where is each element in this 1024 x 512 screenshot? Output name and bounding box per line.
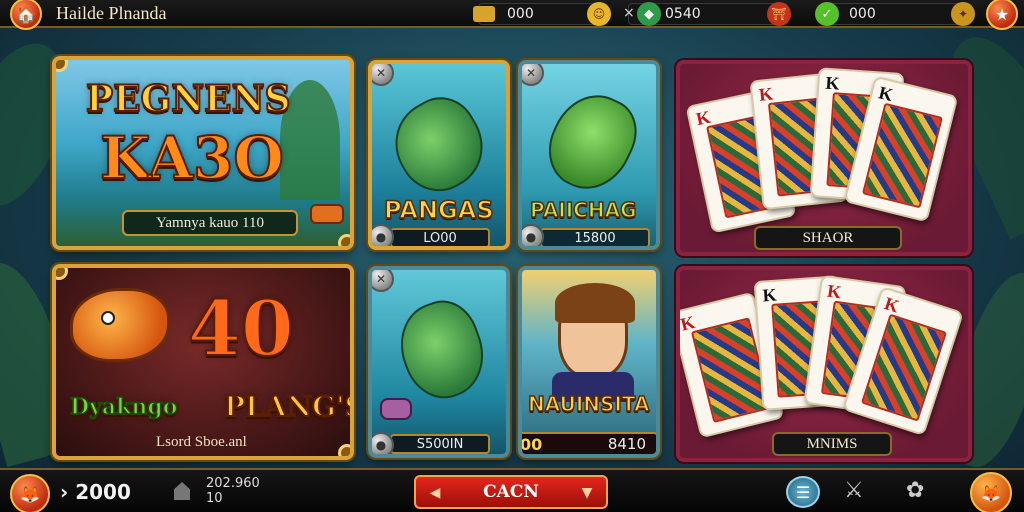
promo-title-line1: PEGNENS [85,77,292,121]
cta-button[interactable]: ◀ CACN ▼ [414,475,608,509]
card-game-panel-top[interactable]: K K K K SHAOR [676,60,972,256]
promo-title-line2: KA3O [99,123,285,193]
gear-button[interactable]: ✿ [906,478,924,503]
tile-value: LO00 [390,228,490,246]
resource-check-value: 000 [849,6,876,22]
corner-ornament [56,268,68,280]
arrow-left-icon[interactable]: ◀ [424,482,446,504]
game-tile-pangas[interactable]: PANGAS LO00 ✕ ● [368,60,510,250]
promo-word-gold: PLANG'S [223,389,354,424]
settings-button[interactable]: ★ [986,0,1018,30]
tile-value: 15800 [540,228,650,246]
resource-gold-value: 000 [507,6,534,22]
treasure-icon [310,204,344,224]
cta-label: CACN [483,482,539,502]
crossed-tools-icon: ✕ [372,270,394,292]
resource-check[interactable]: ✓ 000 ✦ [815,2,975,26]
game-tile-3[interactable]: S500IN ✕ ● [368,266,510,458]
goldfish-icon [70,288,170,362]
coin-icon: ● [372,432,394,454]
app-title: Hailde Plnanda [56,3,167,23]
home-button[interactable]: 🏠 [10,0,42,30]
balance-value: › 2000 [60,480,131,504]
shop-button[interactable]: 🦊 [970,472,1012,512]
game-tile-paiichag[interactable]: PAIICHAG 15800 ✕ ● [518,60,660,250]
promo-word-green: Dyakngo [69,393,178,421]
multiply-sign: × [623,5,635,21]
resource-gem-value: 0540 [665,6,701,22]
card-rank: K [824,72,841,94]
lantern-icon: ⛩ [767,2,791,26]
card-rank: K [882,293,902,317]
fox-avatar-icon: 🦊 [20,484,40,504]
tile-label: PANGAS [383,195,494,225]
counter-block: 202.960 10 [206,476,260,506]
card-rank: K [876,82,896,106]
green-check-icon: ✓ [815,2,839,26]
card-game-panel-bottom[interactable]: K K K K MNIMS [676,266,972,462]
corner-ornament [338,234,350,246]
promo-caption: Lsord Sboe.anl [156,434,247,450]
sword-button[interactable]: ⚔ [844,478,864,503]
crossed-tools-icon: ✕ [522,64,544,86]
gold-medal-icon: ✦ [951,2,975,26]
promo-caption: Yamnya kauo 110 [122,210,298,236]
card-panel-caption: MNIMS [772,432,892,456]
fish-icon [387,291,497,409]
coin-icon: ● [522,224,544,246]
home-icon: 🏠 [16,4,36,24]
corner-ornament [56,60,68,72]
card-rank: K [757,83,774,105]
coin-icon: ● [372,224,394,246]
tile-value-bar: 00 8410 [520,432,656,454]
tile-label: PAIICHAG [529,197,637,223]
corner-ornament [338,444,350,456]
promo-panel-top[interactable]: PEGNENS KA3O Yamnya kauo 110 [52,56,354,250]
gear-icon: ✿ [906,478,925,503]
top-bar: 🏠 Hailde Plnanda 000 ☺ × ◆ 0540 ⛩ ✓ 000 … [0,0,1024,30]
game-tile-nauinsita[interactable]: NAUINSITA 00 8410 [518,266,660,458]
profile-button[interactable]: 🦊 [10,474,50,512]
heroine-portrait-icon [555,283,635,378]
tile-value: S500IN [390,434,490,454]
tile-value-left: 00 [520,434,543,454]
card-rank: K [761,284,778,306]
counter-top: 202.960 [206,476,260,491]
fish-icon [535,81,649,203]
fox-shop-icon: 🦊 [981,483,1001,503]
star-icon: ★ [994,4,1010,24]
tile-label: NAUINSITA [527,391,650,417]
notes-icon: ☰ [795,482,811,502]
resource-gem[interactable]: × ◆ 0540 ⛩ [623,2,791,26]
fish-icon [379,84,499,206]
card-panel-caption: SHAOR [754,226,902,250]
card-rank: K [825,280,843,303]
bottom-bar: 🦊 › 2000 202.960 10 ◀ CACN ▼ ☰ ⚔ ✿ 🦊 [0,468,1024,512]
promo-panel-bottom[interactable]: 40 Dyakngo PLANG'S Lsord Sboe.anl [52,264,354,460]
gold-bar-icon [473,6,495,22]
sword-icon: ⚔ [844,478,864,503]
counter-bottom: 10 [206,491,223,506]
resource-gold[interactable]: 000 ☺ [473,2,611,26]
smiley-coin-icon: ☺ [587,2,611,26]
green-gem-icon: ◆ [637,2,661,26]
notes-button[interactable]: ☰ [786,476,820,508]
promo-number: 40 [187,283,295,374]
arrow-down-icon[interactable]: ▼ [576,482,598,504]
tile-value-right: 8410 [607,435,646,453]
house-icon [174,482,190,500]
crossed-tools-icon: ✕ [372,64,394,86]
purple-can-icon [380,398,412,420]
